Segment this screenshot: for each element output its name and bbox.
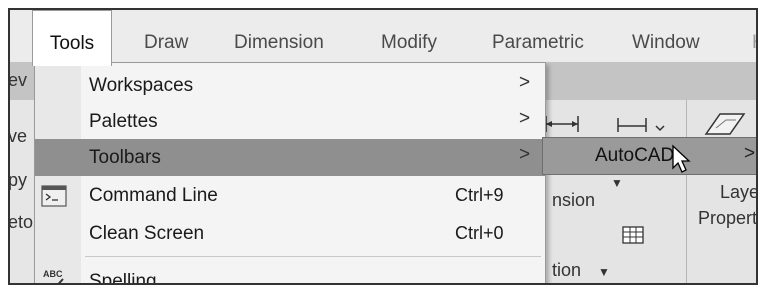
menu-window[interactable]: Window [632, 10, 700, 66]
menu-item-label: Command Line [89, 185, 218, 206]
dropdown-caret-icon[interactable]: ▼ [598, 265, 610, 279]
ribbon-tab-fragment[interactable]: ev [10, 70, 27, 91]
ribbon-label-fragment: ve [8, 126, 28, 146]
menu-separator [85, 256, 541, 257]
toolbars-submenu: AutoCAD > [542, 137, 756, 175]
command-line-icon [41, 185, 67, 207]
ribbon-label-fragment: nsion [552, 190, 596, 210]
menu-item-label: Palettes [89, 111, 158, 132]
properties-label: Properti [698, 208, 758, 228]
ribbon-left-panel: ve py eto [8, 100, 34, 283]
ribbon-label-fragment: py [8, 170, 28, 190]
menu-item-label: Workspaces [89, 75, 194, 96]
tools-dropdown-menu: Workspaces > Palettes > Toolbars > Comma… [34, 62, 546, 285]
svg-text:ABC: ABC [43, 269, 63, 279]
menu-item-label: Clean Screen [89, 223, 205, 244]
aligned-dimension-icon[interactable] [616, 112, 666, 136]
menu-item-label: Toolbars [89, 147, 161, 168]
ribbon-label-fragment: eto [8, 212, 34, 232]
layer-properties-icon[interactable] [702, 110, 748, 138]
menu-draw[interactable]: Draw [144, 10, 188, 66]
menu-item-command-line[interactable]: Command Line Ctrl+9 [35, 177, 545, 214]
submenu-arrow-icon: > [519, 72, 531, 93]
menu-item-label: Spelling [89, 271, 157, 285]
menu-shortcut: Ctrl+0 [455, 223, 504, 243]
menu-dimension[interactable]: Dimension [234, 10, 324, 66]
menu-parametric[interactable]: Parametric [492, 10, 584, 66]
spelling-abc-icon: ABC [43, 269, 64, 283]
submenu-item-label: AutoCAD [595, 145, 675, 166]
menu-tools[interactable]: Tools [32, 10, 112, 66]
menu-item-workspaces[interactable]: Workspaces > [35, 67, 545, 104]
submenu-arrow-icon: > [519, 108, 531, 129]
panel-divider [686, 100, 687, 283]
menu-shortcut: Ctrl+9 [455, 185, 504, 205]
submenu-item-autocad[interactable]: AutoCAD > [543, 138, 756, 174]
layer-label: Layer [720, 182, 756, 202]
menu-item-palettes[interactable]: Palettes > [35, 103, 545, 140]
linear-dimension-icon[interactable] [544, 112, 584, 136]
mouse-pointer-icon [672, 144, 691, 173]
table-icon[interactable] [622, 226, 644, 244]
ribbon-right-panels: nsion ▼ tion ▼ Layer Properti [540, 100, 758, 283]
menu-item-spelling[interactable]: ABC Spelling [35, 263, 545, 285]
menu-modify[interactable]: Modify [381, 10, 437, 66]
ribbon-label-fragment: tion [552, 260, 582, 280]
dropdown-caret-icon[interactable]: ▼ [611, 176, 623, 190]
app-window: Tools Draw Dimension Modify Parametric W… [8, 8, 758, 285]
submenu-arrow-icon: > [519, 144, 531, 165]
menu-item-toolbars[interactable]: Toolbars > [35, 139, 545, 176]
submenu-arrow-icon: > [744, 143, 756, 164]
menu-bar: Tools Draw Dimension Modify Parametric W… [10, 10, 756, 66]
menu-overflow[interactable]: H [752, 10, 756, 66]
menu-item-clean-screen[interactable]: Clean Screen Ctrl+0 [35, 215, 545, 252]
